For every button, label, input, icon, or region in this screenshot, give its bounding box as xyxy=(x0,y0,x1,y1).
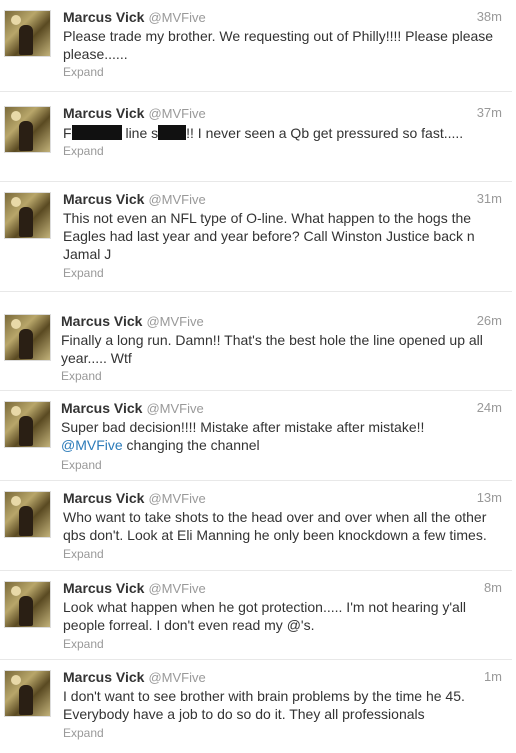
author-handle[interactable]: @MVFive xyxy=(148,10,205,25)
author-name[interactable]: Marcus Vick xyxy=(63,9,144,25)
author-handle[interactable]: @MVFive xyxy=(148,491,205,506)
tweet-header: Marcus Vick @MVFive 24m xyxy=(61,399,502,417)
tweet-text: Super bad decision!!!! Mistake after mis… xyxy=(61,418,501,454)
tweet-item[interactable]: Marcus Vick @MVFive 26m Finally a long ru… xyxy=(0,292,512,391)
author-name[interactable]: Marcus Vick xyxy=(61,400,142,416)
tweet-text-part: Super bad decision!!!! Mistake after mis… xyxy=(61,419,425,435)
author-handle[interactable]: @MVFive xyxy=(148,106,205,121)
tweet-text: This not even an NFL type of O-line. Wha… xyxy=(63,210,475,262)
tweet-text: Look what happen when he got protection.… xyxy=(63,599,467,633)
tweet-timestamp[interactable]: 31m xyxy=(477,190,502,208)
tweet-feed: Marcus Vick @MVFive 38m Please trade my b… xyxy=(0,0,516,753)
avatar[interactable] xyxy=(4,192,51,239)
tweet-timestamp[interactable]: 8m xyxy=(484,579,502,597)
tweet-text: Please trade my brother. We requesting o… xyxy=(63,28,494,62)
author-name[interactable]: Marcus Vick xyxy=(63,580,144,596)
tweet-timestamp[interactable]: 13m xyxy=(477,489,502,507)
author-name[interactable]: Marcus Vick xyxy=(63,669,144,685)
tweet-item[interactable]: Marcus Vick @MVFive 24m Super bad decisio… xyxy=(0,391,512,481)
avatar[interactable] xyxy=(4,314,51,361)
tweet-item[interactable]: Marcus Vick @MVFive 13m Who want to take … xyxy=(0,481,512,571)
author-name[interactable]: Marcus Vick xyxy=(61,313,142,329)
mention-link[interactable]: @MVFive xyxy=(61,437,123,453)
tweet-item[interactable]: Marcus Vick @MVFive 38m Please trade my b… xyxy=(0,0,512,92)
author-name[interactable]: Marcus Vick xyxy=(63,105,144,121)
tweet-text-part: line s xyxy=(121,125,159,141)
tweet-timestamp[interactable]: 26m xyxy=(477,312,502,330)
tweet-item[interactable]: Marcus Vick @MVFive 1m I don't want to se… xyxy=(0,660,512,753)
expand-link[interactable]: Expand xyxy=(63,547,104,561)
avatar[interactable] xyxy=(4,106,51,153)
author-name[interactable]: Marcus Vick xyxy=(63,490,144,506)
expand-link[interactable]: Expand xyxy=(63,144,104,158)
tweet-header: Marcus Vick @MVFive 8m xyxy=(63,579,502,597)
tweet-text-part: changing the channel xyxy=(122,437,260,453)
tweet-text: F line s !! I never seen a Qb get pressur… xyxy=(63,124,503,142)
tweet-header: Marcus Vick @MVFive 1m xyxy=(63,668,502,686)
avatar[interactable] xyxy=(4,670,51,717)
expand-link[interactable]: Expand xyxy=(61,369,102,383)
expand-link[interactable]: Expand xyxy=(63,637,104,651)
tweet-timestamp[interactable]: 1m xyxy=(484,668,502,686)
tweet-item[interactable]: Marcus Vick @MVFive 8m Look what happen w… xyxy=(0,571,512,660)
author-handle[interactable]: @MVFive xyxy=(148,581,205,596)
tweet-header: Marcus Vick @MVFive 13m xyxy=(63,489,502,507)
tweet-item[interactable]: Marcus Vick @MVFive 37m F line s !! I neve… xyxy=(0,92,512,182)
expand-link[interactable]: Expand xyxy=(63,726,104,740)
tweet-header: Marcus Vick @MVFive 37m xyxy=(63,104,502,122)
avatar[interactable] xyxy=(4,581,51,628)
author-handle[interactable]: @MVFive xyxy=(148,192,205,207)
tweet-item[interactable]: Marcus Vick @MVFive 31m This not even an … xyxy=(0,182,512,292)
redaction-bar xyxy=(71,125,122,140)
tweet-text: Who want to take shots to the head over … xyxy=(63,509,487,543)
avatar[interactable] xyxy=(4,491,51,538)
tweet-text: I don't want to see brother with brain p… xyxy=(63,688,465,722)
author-name[interactable]: Marcus Vick xyxy=(63,191,144,207)
tweet-text-part: F xyxy=(63,125,72,141)
author-handle[interactable]: @MVFive xyxy=(146,401,203,416)
tweet-timestamp[interactable]: 24m xyxy=(477,399,502,417)
tweet-text-part: !! I never seen a Qb get pressured so fa… xyxy=(186,125,464,141)
tweet-header: Marcus Vick @MVFive 38m xyxy=(63,8,502,26)
tweet-header: Marcus Vick @MVFive 31m xyxy=(63,190,502,208)
tweet-timestamp[interactable]: 37m xyxy=(477,104,502,122)
author-handle[interactable]: @MVFive xyxy=(146,314,203,329)
avatar[interactable] xyxy=(4,10,51,57)
avatar[interactable] xyxy=(4,401,51,448)
tweet-text: Finally a long run. Damn!! That's the be… xyxy=(61,332,483,366)
expand-link[interactable]: Expand xyxy=(63,266,104,280)
expand-link[interactable]: Expand xyxy=(63,65,104,79)
expand-link[interactable]: Expand xyxy=(61,458,102,472)
author-handle[interactable]: @MVFive xyxy=(148,670,205,685)
tweet-timestamp[interactable]: 38m xyxy=(477,8,502,26)
redaction-bar xyxy=(158,125,187,140)
tweet-header: Marcus Vick @MVFive 26m xyxy=(61,312,502,330)
